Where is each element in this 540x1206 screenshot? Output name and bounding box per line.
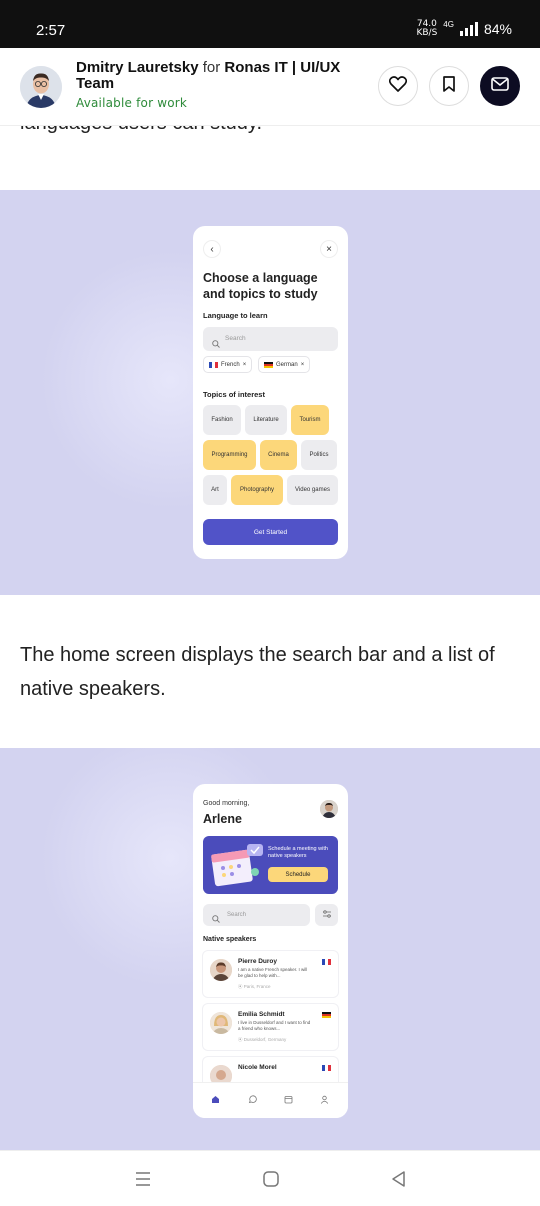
save-button[interactable]: [429, 66, 469, 106]
profile-icon[interactable]: [320, 1095, 329, 1106]
contact-button[interactable]: [480, 66, 520, 106]
location-pin-icon: ⦿: [238, 984, 243, 989]
section-title: Native speakers: [203, 936, 257, 943]
topic-cinema[interactable]: Cinema: [260, 440, 297, 470]
user-name: Arlene: [203, 812, 242, 826]
remove-icon[interactable]: ×: [243, 362, 247, 368]
mail-icon: [491, 76, 509, 96]
topic-politics[interactable]: Politics: [301, 440, 337, 470]
author-name[interactable]: Dmitry Lauretsky: [76, 59, 199, 76]
phone-screen-language: ‹ × Choose a language and topics to stud…: [193, 226, 348, 559]
calendar-illustration-icon: [209, 842, 265, 893]
schedule-button[interactable]: Schedule: [268, 867, 328, 882]
topic-programming[interactable]: Programming: [203, 440, 256, 470]
speaker-name: Nicole Morel: [238, 1064, 277, 1071]
article-paragraph: The home screen displays the search bar …: [20, 644, 495, 700]
status-bar: 2:57 74.0 KB/S 4G 84%: [0, 0, 540, 48]
signal-icon: [459, 22, 478, 36]
schedule-banner: Schedule a meeting with native speakers …: [203, 836, 338, 894]
profile-avatar[interactable]: [320, 800, 338, 818]
calendar-icon[interactable]: [284, 1095, 293, 1106]
topics-label: Topics of interest: [203, 390, 265, 399]
author-line: Dmitry Lauretsky for Ronas IT | UI/UX Te…: [76, 60, 366, 92]
france-flag-icon: [322, 959, 331, 965]
location-pin-icon: ⦿: [238, 1037, 243, 1042]
system-nav-bar: [0, 1150, 540, 1206]
language-search-input[interactable]: Search: [203, 327, 338, 351]
heart-icon: [388, 75, 408, 97]
network-type: 4G: [443, 19, 454, 29]
speaker-name: Pierre Duroy: [238, 958, 278, 965]
bookmark-icon: [442, 75, 456, 97]
home-nav-icon[interactable]: [262, 1170, 280, 1193]
topic-art[interactable]: Art: [203, 475, 227, 505]
chat-icon[interactable]: [248, 1095, 257, 1106]
author-avatar[interactable]: [20, 66, 62, 108]
like-button[interactable]: [378, 66, 418, 106]
topic-literature[interactable]: Literature: [245, 405, 287, 435]
filter-button[interactable]: [315, 904, 338, 926]
network-speed: 74.0 KB/S: [416, 19, 438, 38]
topic-fashion[interactable]: Fashion: [203, 405, 241, 435]
battery-level: 84%: [483, 21, 512, 37]
back-button[interactable]: ‹: [203, 240, 221, 258]
chip-german[interactable]: German ×: [258, 356, 311, 373]
speaker-location: ⦿ Paris, France: [238, 984, 271, 989]
phone-screen-home: Good morning, Arlene Schedule a meeting …: [193, 784, 348, 1118]
speaker-location: ⦿ Dusseldorf, Germany: [238, 1037, 287, 1042]
greeting-text: Good morning,: [203, 800, 250, 807]
filter-icon: [322, 910, 332, 920]
speaker-card[interactable]: Emilia Schmidt I live in Dusseldorf and …: [203, 1004, 338, 1050]
banner-text: Schedule a meeting with native speakers: [268, 846, 328, 859]
status-indicators: 74.0 KB/S 4G 84%: [416, 20, 512, 38]
shot-image-1[interactable]: ‹ × Choose a language and topics to stud…: [0, 190, 540, 595]
france-flag-icon: [322, 1065, 331, 1071]
topic-video-games[interactable]: Video games: [287, 475, 338, 505]
topic-tourism[interactable]: Tourism: [291, 405, 329, 435]
availability-status[interactable]: Available for work: [76, 96, 187, 110]
speaker-bio: I live in Dusseldorf and I want to find …: [238, 1020, 311, 1031]
get-started-button[interactable]: Get Started: [203, 519, 338, 545]
speaker-card[interactable]: Pierre Duroy I am a native French speake…: [203, 951, 338, 997]
france-flag-icon: [209, 361, 218, 368]
germany-flag-icon: [264, 361, 273, 368]
remove-icon[interactable]: ×: [301, 362, 305, 368]
speaker-bio: I am a native French speaker. I will be …: [238, 967, 308, 978]
screen-title: Choose a language and topics to study: [203, 271, 318, 301]
chip-french[interactable]: French ×: [203, 356, 253, 373]
close-button[interactable]: ×: [320, 240, 338, 258]
recent-apps-icon[interactable]: [134, 1170, 152, 1193]
speaker-name: Emilia Schmidt: [238, 1011, 285, 1018]
speaker-avatar: [210, 1012, 232, 1034]
status-time: 2:57: [36, 22, 66, 39]
speaker-avatar: [210, 959, 232, 981]
back-nav-icon[interactable]: [390, 1170, 408, 1193]
home-search-input[interactable]: Search: [203, 904, 310, 926]
language-label: Language to learn: [203, 311, 268, 320]
shot-header: Dmitry Lauretsky for Ronas IT | UI/UX Te…: [0, 48, 540, 126]
search-icon: [212, 911, 220, 933]
germany-flag-icon: [322, 1012, 331, 1018]
topic-photography[interactable]: Photography: [231, 475, 283, 505]
tab-bar: [193, 1082, 348, 1118]
for-text: for: [202, 59, 221, 76]
home-icon[interactable]: [211, 1095, 220, 1106]
shot-image-2[interactable]: Good morning, Arlene Schedule a meeting …: [0, 748, 540, 1150]
